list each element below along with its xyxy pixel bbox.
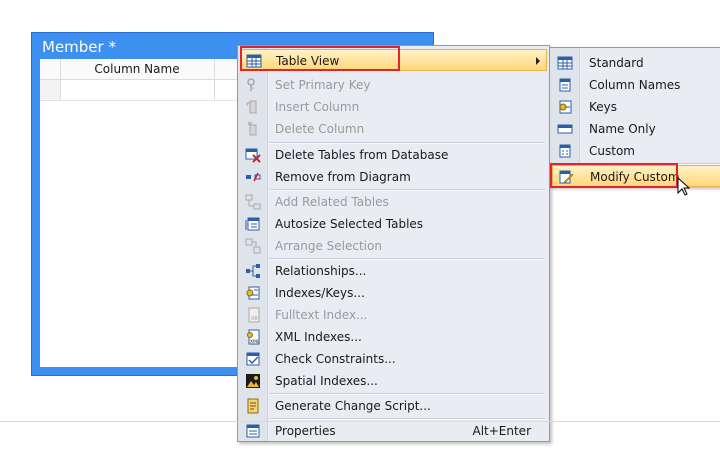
annotation-box-modify-custom xyxy=(550,163,678,188)
bottom-divider xyxy=(0,421,720,422)
delete-column-icon xyxy=(247,121,257,136)
primary-key-icon xyxy=(247,78,255,91)
menu-item-set-primary-key[interactable]: Set Primary Key xyxy=(240,74,547,96)
menu-item-indexes-keys[interactable]: Indexes/Keys... xyxy=(240,282,547,304)
menu-item-insert-column[interactable]: Insert Column xyxy=(240,96,547,118)
submenu-item-column-names[interactable]: Column Names xyxy=(552,74,720,96)
menu-item-xml-indexes[interactable]: XML XML Indexes... xyxy=(240,326,547,348)
submenu-item-label: Keys xyxy=(589,100,618,114)
autosize-icon xyxy=(245,217,260,231)
delete-table-icon xyxy=(245,148,261,163)
submenu-item-label: Column Names xyxy=(589,78,681,92)
keys-icon xyxy=(559,100,572,114)
remove-diagram-icon xyxy=(246,172,261,182)
menu-item-add-related-tables[interactable]: Add Related Tables xyxy=(240,191,547,213)
submenu-item-custom[interactable]: Custom xyxy=(552,140,720,162)
script-icon xyxy=(247,398,259,414)
menu-item-label: Properties xyxy=(275,424,336,438)
xml-icon: XML xyxy=(247,329,260,345)
menu-item-autosize[interactable]: Autosize Selected Tables xyxy=(240,213,547,235)
menu-item-label: Fulltext Index... xyxy=(275,308,368,322)
menu-item-label: Generate Change Script... xyxy=(275,399,431,413)
annotation-box-table-view xyxy=(240,46,400,71)
menu-item-label: Indexes/Keys... xyxy=(275,286,365,300)
context-menu: Table View Set Primary Key Insert Column… xyxy=(237,45,550,442)
table-title: Member * xyxy=(42,38,116,56)
row-selector[interactable] xyxy=(40,80,61,100)
submenu-item-label: Standard xyxy=(589,56,644,70)
menu-item-fulltext-index[interactable]: AB Fulltext Index... xyxy=(240,304,547,326)
row-cell[interactable] xyxy=(60,80,215,100)
menu-item-relationships[interactable]: Relationships... xyxy=(240,260,547,282)
menu-item-delete-tables[interactable]: Delete Tables from Database xyxy=(240,144,547,166)
menu-item-arrange-selection[interactable]: Arrange Selection xyxy=(240,235,547,257)
menu-item-label: Check Constraints... xyxy=(275,352,396,366)
menu-item-spatial-indexes[interactable]: Spatial Indexes... xyxy=(240,370,547,392)
menu-item-label: XML Indexes... xyxy=(275,330,362,344)
menu-item-generate-change-script[interactable]: Generate Change Script... xyxy=(240,395,547,417)
relationships-icon xyxy=(246,264,260,278)
fulltext-icon: AB xyxy=(248,307,260,323)
custom-view-icon xyxy=(559,144,571,158)
menu-item-label: Remove from Diagram xyxy=(275,170,411,184)
submenu-item-label: Custom xyxy=(589,144,635,158)
svg-text:AB: AB xyxy=(251,316,258,322)
properties-icon xyxy=(246,424,260,438)
submenu-arrow-icon xyxy=(536,57,540,65)
spatial-icon xyxy=(246,374,260,388)
menu-item-label: Autosize Selected Tables xyxy=(275,217,424,231)
menu-item-label: Delete Tables from Database xyxy=(275,148,449,162)
menu-item-label: Delete Column xyxy=(275,122,365,136)
menu-item-shortcut: Alt+Enter xyxy=(472,424,531,438)
menu-item-label: Insert Column xyxy=(275,100,360,114)
submenu-item-keys[interactable]: Keys xyxy=(552,96,720,118)
grid-corner xyxy=(40,59,61,79)
indexes-icon xyxy=(246,286,260,300)
column-names-icon xyxy=(559,78,571,92)
menu-item-label: Spatial Indexes... xyxy=(275,374,378,388)
menu-item-check-constraints[interactable]: Check Constraints... xyxy=(240,348,547,370)
menu-item-properties[interactable]: Properties Alt+Enter xyxy=(240,420,547,442)
constraints-icon xyxy=(246,352,260,366)
arrange-icon xyxy=(245,238,261,254)
menu-item-label: Relationships... xyxy=(275,264,367,278)
svg-text:XML: XML xyxy=(250,339,260,345)
menu-item-delete-column[interactable]: Delete Column xyxy=(240,118,547,140)
submenu-item-standard[interactable]: Standard xyxy=(552,52,720,74)
add-related-icon xyxy=(245,194,261,210)
menu-item-remove-from-diagram[interactable]: Remove from Diagram xyxy=(240,166,547,188)
submenu-item-name-only[interactable]: Name Only xyxy=(552,118,720,140)
mouse-cursor-icon xyxy=(677,177,691,196)
submenu-item-label: Name Only xyxy=(589,122,656,136)
column-name-header: Column Name xyxy=(60,59,215,79)
standard-view-icon xyxy=(557,56,573,70)
insert-column-icon xyxy=(246,100,257,114)
menu-item-label: Arrange Selection xyxy=(275,239,382,253)
name-only-icon xyxy=(557,124,573,134)
menu-item-label: Add Related Tables xyxy=(275,195,389,209)
menu-item-label: Set Primary Key xyxy=(275,78,371,92)
